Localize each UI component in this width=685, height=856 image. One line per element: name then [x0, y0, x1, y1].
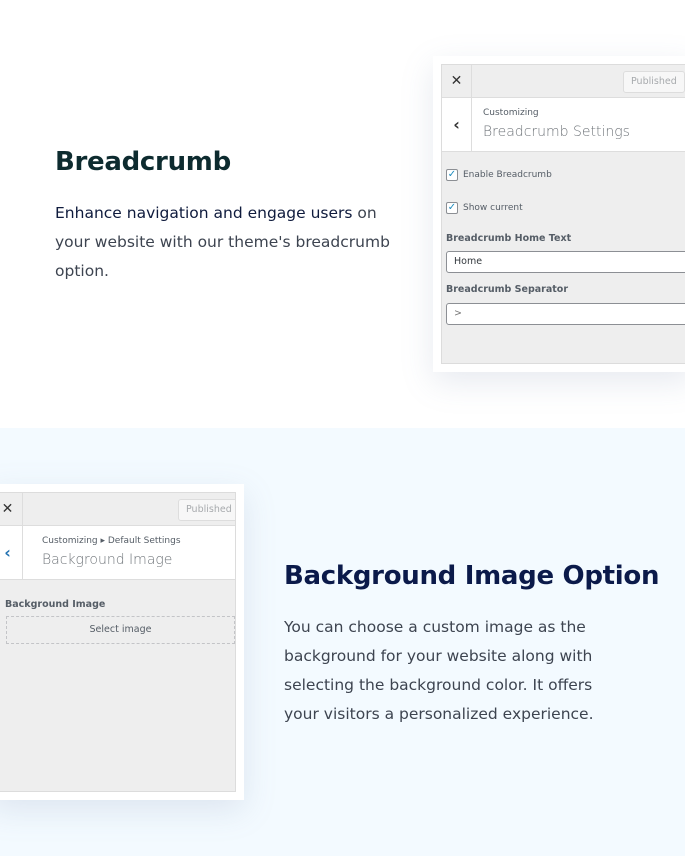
enable-breadcrumb-checkbox[interactable]: ✓ Enable Breadcrumb	[446, 169, 552, 181]
close-icon[interactable]: ✕	[442, 65, 472, 97]
home-text-input[interactable]: Home	[446, 251, 685, 273]
panel-breadcrumb: Customizing	[483, 108, 539, 118]
show-current-label: Show current	[463, 203, 523, 213]
panel-breadcrumb: Customizing ▸ Default Settings	[42, 536, 181, 546]
panel-heading: Breadcrumb Settings	[483, 124, 630, 140]
separator-label: Breadcrumb Separator	[446, 284, 569, 295]
background-image-label: Background Image	[5, 599, 106, 610]
background-image-title: Background Image Option	[284, 561, 660, 591]
panel-titlebar: ‹ Customizing ▸ Default Settings Backgro…	[0, 526, 235, 580]
background-image-section: ✕ Published ‹ Customizing ▸ Default Sett…	[0, 428, 685, 856]
separator-input[interactable]: >	[446, 303, 685, 325]
checkbox-checked-icon[interactable]: ✓	[446, 202, 458, 214]
breadcrumb-customizer-panel: ✕ Published ‹ Customizing Breadcrumb Set…	[441, 64, 685, 364]
published-button[interactable]: Published	[623, 71, 685, 93]
background-image-description: You can choose a custom image as the bac…	[284, 618, 594, 723]
breadcrumb-customizer-card: ✕ Published ‹ Customizing Breadcrumb Set…	[433, 56, 685, 372]
chevron-left-icon[interactable]: ‹	[0, 526, 23, 579]
checkbox-checked-icon[interactable]: ✓	[446, 169, 458, 181]
background-customizer-card: ✕ Published ‹ Customizing ▸ Default Sett…	[0, 484, 244, 800]
panel-header: ✕ Published	[442, 65, 685, 98]
enable-breadcrumb-label: Enable Breadcrumb	[463, 170, 552, 180]
panel-header: ✕ Published	[0, 493, 235, 526]
breadcrumb-description: Enhance navigation and engage users on y…	[55, 199, 400, 286]
show-current-checkbox[interactable]: ✓ Show current	[446, 202, 523, 214]
home-text-label: Breadcrumb Home Text	[446, 233, 572, 244]
chevron-left-icon[interactable]: ‹	[442, 98, 472, 151]
breadcrumb-section: Breadcrumb Enhance navigation and engage…	[0, 0, 685, 428]
breadcrumb-description-highlight: Enhance navigation and engage users	[55, 204, 353, 222]
background-customizer-panel: ✕ Published ‹ Customizing ▸ Default Sett…	[0, 492, 236, 792]
published-button[interactable]: Published	[178, 499, 235, 521]
panel-titlebar: ‹ Customizing Breadcrumb Settings	[442, 98, 685, 152]
breadcrumb-title: Breadcrumb	[55, 147, 231, 177]
close-icon[interactable]: ✕	[0, 493, 23, 525]
select-image-button[interactable]: Select image	[6, 616, 235, 644]
panel-heading: Background Image	[42, 552, 173, 568]
